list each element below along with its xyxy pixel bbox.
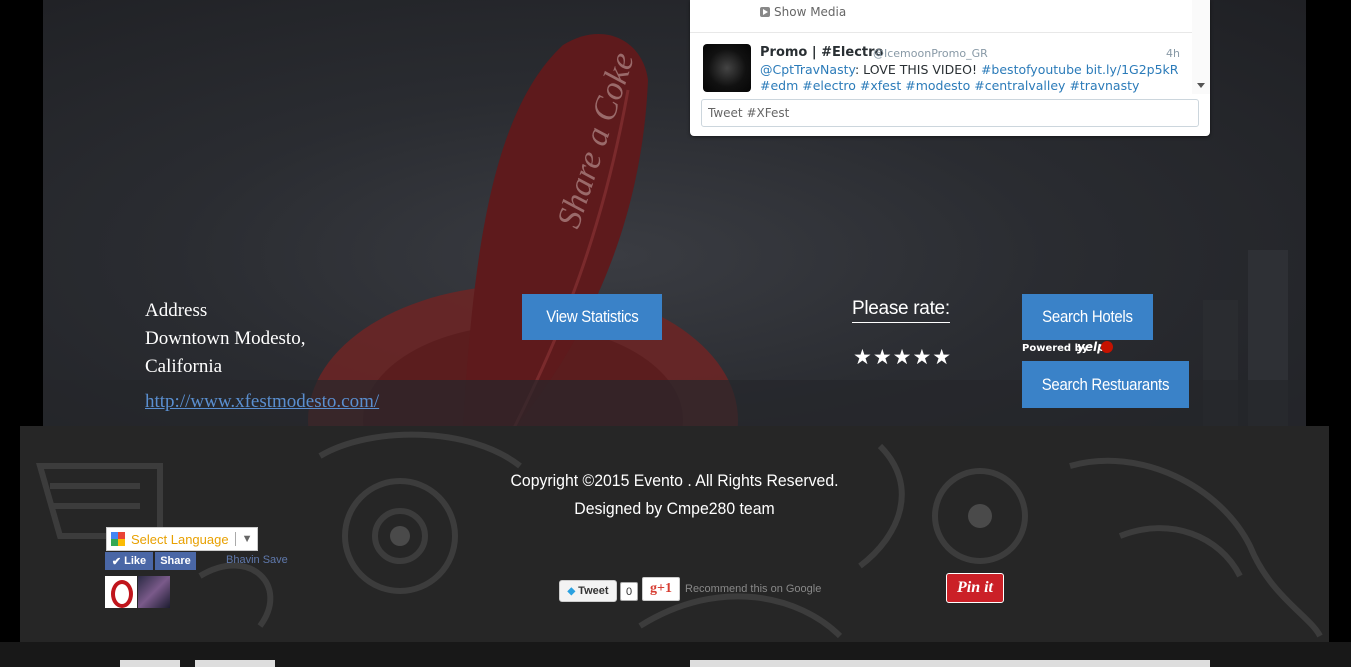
hashtag-link[interactable]: #travnasty <box>1069 78 1139 93</box>
strip-segment <box>690 660 1210 667</box>
address-block: Address Downtown Modesto, California <box>145 297 305 381</box>
pinterest-pinit-button[interactable]: Pin it <box>946 573 1004 603</box>
opera-icon[interactable] <box>105 576 137 608</box>
rating-stars[interactable]: ★★★★★ <box>853 345 952 369</box>
rating-label: Please rate: <box>852 298 950 323</box>
check-icon: ✔ <box>111 555 125 568</box>
website-link[interactable]: http://www.xfestmodesto.com/ <box>145 391 379 413</box>
copyright-block: Copyright ©2015 Evento . All Rights Rese… <box>20 467 1329 523</box>
tweet-button[interactable]: ◆ Tweet <box>559 580 617 602</box>
hashtag-link[interactable]: #edm <box>760 78 798 93</box>
strip-segment <box>120 660 180 667</box>
twitter-bird-icon: ◆ <box>567 585 576 597</box>
language-divider <box>234 532 236 546</box>
language-selector[interactable]: Select Language ▼ <box>106 527 258 551</box>
view-statistics-button[interactable]: View Statistics <box>522 294 662 340</box>
tweet-author-handle[interactable]: @IcemoonPromo_GR <box>873 47 988 60</box>
strip-segment <box>195 660 275 667</box>
hashtag-link[interactable]: #centralvalley <box>974 78 1065 93</box>
address-line2: California <box>145 356 223 377</box>
friend-avatar[interactable] <box>138 576 170 608</box>
tweet-input[interactable] <box>701 99 1199 127</box>
tweet-author-name[interactable]: Promo | #Electro <box>760 45 883 60</box>
bottom-strip <box>0 642 1351 667</box>
tweet-scrollbar[interactable] <box>1192 0 1210 94</box>
tweet-text: @CptTravNasty: LOVE THIS VIDEO! #bestofy… <box>760 62 1179 93</box>
google-recommend-text: Recommend this on Google <box>685 583 822 595</box>
google-logo-icon <box>111 532 125 546</box>
yelp-burst-icon <box>1101 341 1113 353</box>
scroll-down-icon[interactable] <box>1197 83 1205 88</box>
address-line1: Downtown Modesto, <box>145 328 306 349</box>
show-media-link[interactable]: Show Media <box>760 5 846 19</box>
tweet-mention-link[interactable]: @CptTravNasty <box>760 62 855 77</box>
tweet-count: 0 <box>620 582 638 601</box>
facebook-share-button[interactable]: Share <box>155 552 196 570</box>
search-hotels-button[interactable]: Search Hotels <box>1022 294 1153 340</box>
url-link[interactable]: bit.ly/1G2p5kR <box>1086 62 1179 77</box>
twitter-widget: Show Media Promo | #Electro @IcemoonProm… <box>690 0 1210 136</box>
search-restaurants-button[interactable]: Search Restuarants <box>1022 361 1189 408</box>
hashtag-link[interactable]: #electro <box>802 78 856 93</box>
facebook-like-button[interactable]: ✔ Like <box>105 552 153 570</box>
dropdown-arrow-icon: ▼ <box>241 533 253 545</box>
tweet-divider <box>690 32 1192 33</box>
tweet-avatar[interactable] <box>703 44 751 92</box>
address-label: Address <box>145 300 208 321</box>
designed-by-text: Designed by Cmpe280 team <box>574 499 775 518</box>
tweet-time[interactable]: 4h <box>1166 47 1180 60</box>
select-language-label: Select Language <box>131 531 229 547</box>
facebook-user-link[interactable]: Bhavin Save <box>226 554 288 566</box>
google-plus-button[interactable]: g+1 <box>642 577 680 601</box>
copyright-text: Copyright ©2015 Evento . All Rights Rese… <box>510 471 839 490</box>
play-icon <box>760 7 770 17</box>
hashtag-link[interactable]: #xfest <box>860 78 901 93</box>
hashtag-link[interactable]: #bestofyoutube <box>981 62 1082 77</box>
hashtag-link[interactable]: #modesto <box>905 78 970 93</box>
footer: Copyright ©2015 Evento . All Rights Rese… <box>20 426 1329 642</box>
